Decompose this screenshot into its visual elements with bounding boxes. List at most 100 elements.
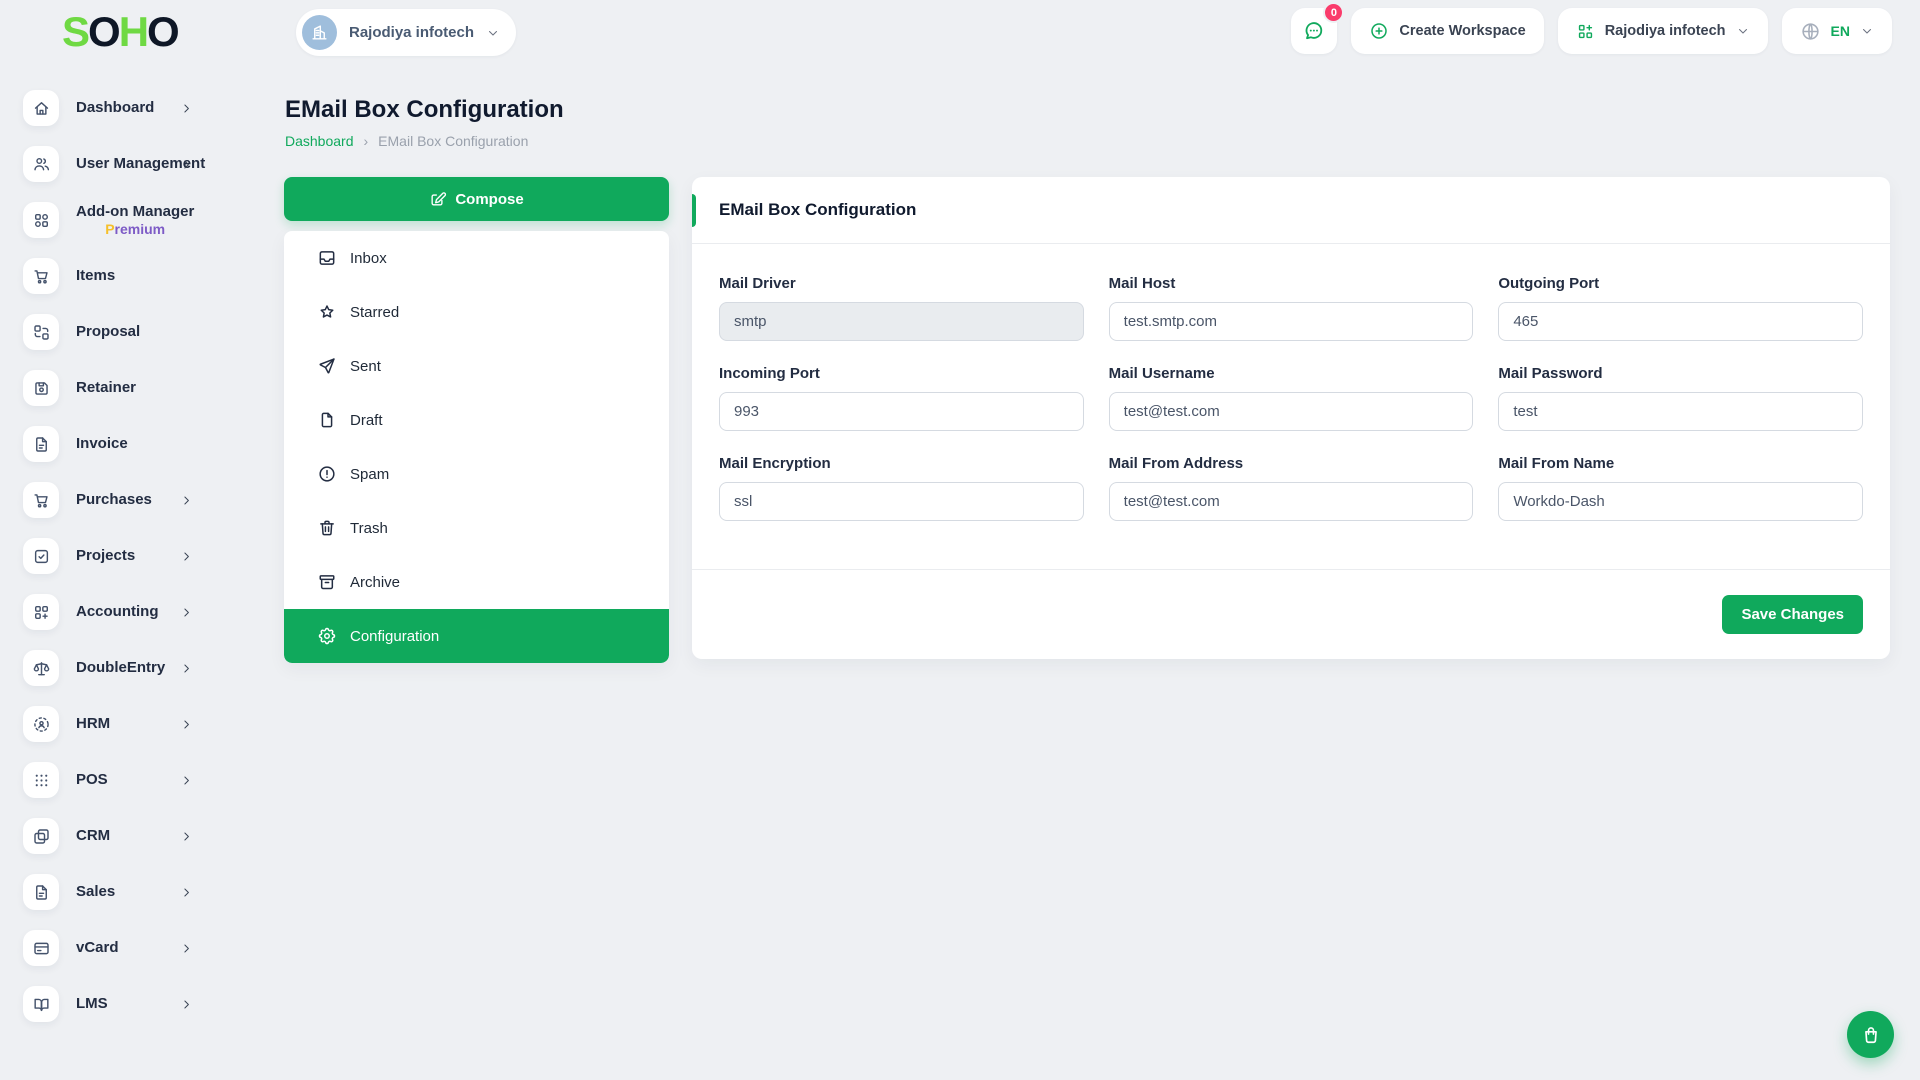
mail-from-name-input[interactable] (1498, 482, 1863, 521)
field-label: Mail Username (1109, 365, 1474, 382)
mail-item-archive[interactable]: Archive (284, 555, 669, 609)
compose-label: Compose (455, 191, 523, 208)
chevron-right-icon (180, 494, 193, 507)
workspace-selector[interactable]: Rajodiya infotech (296, 9, 516, 56)
sidebar-item-doubleentry[interactable]: DoubleEntry (0, 640, 245, 696)
mail-item-starred[interactable]: Starred (284, 285, 669, 339)
mail-item-label: Inbox (350, 250, 387, 267)
language-code: EN (1831, 23, 1850, 39)
chevron-right-icon (180, 942, 193, 955)
company-menu[interactable]: Rajodiya infotech (1558, 8, 1768, 54)
mail-item-spam[interactable]: Spam (284, 447, 669, 501)
sidebar-item-hrm[interactable]: HRM (0, 696, 245, 752)
mail-password-input[interactable] (1498, 392, 1863, 431)
outgoing-port-input[interactable] (1498, 302, 1863, 341)
sidebar-item-dashboard[interactable]: Dashboard (0, 80, 245, 136)
breadcrumb-separator: › (364, 133, 369, 149)
home-icon (23, 90, 59, 126)
mail-item-label: Configuration (350, 628, 439, 645)
language-selector[interactable]: EN (1782, 8, 1892, 54)
chevron-right-icon (180, 102, 193, 115)
chevron-right-icon (180, 662, 193, 675)
sidebar-item-crm[interactable]: CRM (0, 808, 245, 864)
page-title: EMail Box Configuration (285, 96, 564, 124)
mail-encryption-input[interactable] (719, 482, 1084, 521)
marketplace-fab[interactable] (1847, 1011, 1894, 1058)
logo-letter: S (62, 8, 88, 55)
card-header: EMail Box Configuration (692, 177, 1890, 244)
field-label: Mail Driver (719, 275, 1084, 292)
mail-item-trash[interactable]: Trash (284, 501, 669, 555)
sidebar-item-label: vCard (76, 939, 119, 956)
mail-item-label: Archive (350, 574, 400, 591)
field-label: Outgoing Port (1498, 275, 1863, 292)
sidebar-item-label: Invoice (76, 435, 128, 452)
sidebar-item-label: Retainer (76, 379, 136, 396)
gear-icon (317, 626, 337, 646)
mail-item-label: Trash (350, 520, 388, 537)
field-mail-password: Mail Password (1498, 365, 1863, 431)
file-invoice-icon (23, 426, 59, 462)
file-text-icon (23, 874, 59, 910)
workspace-name: Rajodiya infotech (349, 24, 474, 41)
send-icon (317, 356, 337, 376)
sidebar-item-label: Dashboard (76, 99, 154, 116)
breadcrumb-dashboard-link[interactable]: Dashboard (285, 133, 354, 149)
field-mail-driver: Mail Driver (719, 275, 1084, 341)
field-label: Mail Host (1109, 275, 1474, 292)
sidebar-item-user-management[interactable]: User Management (0, 136, 245, 192)
create-workspace-button[interactable]: Create Workspace (1351, 8, 1543, 54)
sidebar-item-label: Proposal (76, 323, 140, 340)
chevron-right-icon (180, 718, 193, 731)
sidebar-item-proposal[interactable]: Proposal (0, 304, 245, 360)
sidebar-item-label: LMS (76, 995, 108, 1012)
building-icon (310, 23, 329, 42)
sidebar-item-retainer[interactable]: Retainer (0, 360, 245, 416)
incoming-port-input[interactable] (719, 392, 1084, 431)
mail-from-address-input[interactable] (1109, 482, 1474, 521)
sidebar-item-label: Accounting (76, 603, 159, 620)
mail-item-inbox[interactable]: Inbox (284, 231, 669, 285)
inbox-icon (317, 248, 337, 268)
field-label: Mail Password (1498, 365, 1863, 382)
chevron-right-icon (180, 158, 193, 171)
pencil-icon (429, 190, 447, 208)
sidebar-item-items[interactable]: Items (0, 248, 245, 304)
chevron-down-icon (1736, 24, 1750, 38)
mail-username-input[interactable] (1109, 392, 1474, 431)
sidebar-item-sales[interactable]: Sales (0, 864, 245, 920)
sidebar-item-label: Projects (76, 547, 135, 564)
mail-host-input[interactable] (1109, 302, 1474, 341)
sidebar-item-invoice[interactable]: Invoice (0, 416, 245, 472)
create-workspace-label: Create Workspace (1399, 23, 1525, 39)
sidebar-item-addon-manager[interactable]: Add-on Manager Premium (0, 192, 245, 248)
mail-item-label: Draft (350, 412, 383, 429)
book-icon (23, 986, 59, 1022)
sidebar-item-label: Add-on Manager Premium (76, 203, 194, 236)
field-mail-encryption: Mail Encryption (719, 455, 1084, 521)
premium-badge: Premium (76, 221, 194, 237)
mail-item-draft[interactable]: Draft (284, 393, 669, 447)
sidebar-item-accounting[interactable]: Accounting (0, 584, 245, 640)
field-mail-username: Mail Username (1109, 365, 1474, 431)
chevron-right-icon (180, 886, 193, 899)
app-logo[interactable]: SOHO (62, 8, 178, 56)
mail-item-configuration[interactable]: Configuration (284, 609, 669, 663)
sidebar-item-lms[interactable]: LMS (0, 976, 245, 1032)
file-icon (317, 410, 337, 430)
sidebar-item-label: Items (76, 267, 115, 284)
mail-item-sent[interactable]: Sent (284, 339, 669, 393)
mail-driver-input[interactable] (719, 302, 1084, 341)
logo-letter: H (119, 8, 147, 55)
save-changes-button[interactable]: Save Changes (1722, 595, 1863, 634)
sidebar-item-pos[interactable]: POS (0, 752, 245, 808)
sidebar-item-vcard[interactable]: vCard (0, 920, 245, 976)
sidebar-item-projects[interactable]: Projects (0, 528, 245, 584)
alert-circle-icon (317, 464, 337, 484)
mail-menu: Inbox Starred Sent Draft Spam Trash Arch… (284, 231, 669, 663)
chevron-down-icon (486, 26, 500, 40)
sidebar-item-purchases[interactable]: Purchases (0, 472, 245, 528)
card-title: EMail Box Configuration (719, 200, 916, 220)
compose-button[interactable]: Compose (284, 177, 669, 221)
messenger-button[interactable]: 0 (1291, 8, 1337, 54)
